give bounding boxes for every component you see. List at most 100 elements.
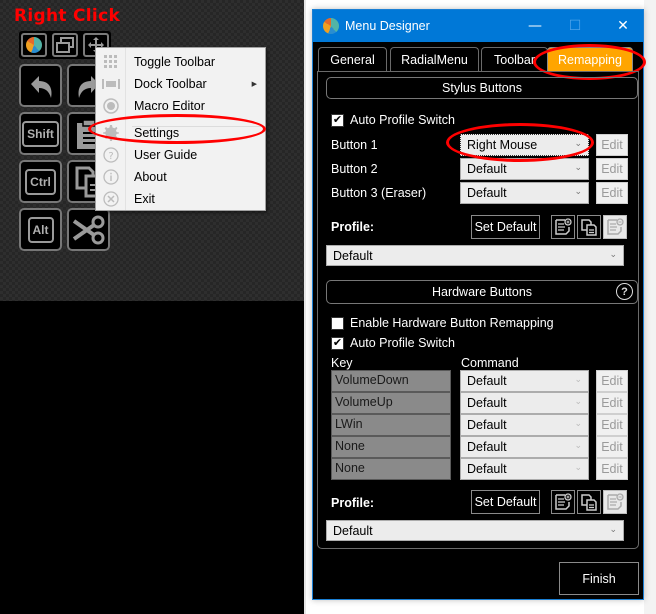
menu-item-macro-editor[interactable]: Macro Editor (96, 95, 265, 117)
command-edit-button[interactable]: Edit (596, 458, 628, 480)
command-select[interactable]: Default ⌄ (460, 392, 589, 414)
button-3-edit-button[interactable]: Edit (596, 182, 628, 204)
stylus-profile-select[interactable]: Default ⌄ (326, 245, 624, 266)
command-select[interactable]: Default ⌄ (460, 436, 589, 458)
menu-item-user-guide[interactable]: ? User Guide (96, 144, 265, 166)
menu-item-settings[interactable]: Settings (96, 122, 265, 144)
hardware-set-default-button[interactable]: Set Default (471, 490, 540, 514)
finish-button[interactable]: Finish (559, 562, 639, 595)
menu-designer-window: Menu Designer — ☐ ✕ General RadialMenu T… (312, 9, 646, 600)
cut-button[interactable] (67, 208, 110, 251)
key-cell: VolumeUp (331, 392, 451, 414)
button-2-select[interactable]: Default ⌄ (460, 158, 589, 180)
section-title: Hardware Buttons (431, 285, 533, 299)
stylus-copy-profile-button[interactable] (577, 215, 601, 239)
command-edit-button[interactable]: Edit (596, 436, 628, 458)
button-1-select[interactable]: Right Mouse ⌄ (460, 134, 589, 156)
hardware-auto-profile-switch[interactable]: ✔ Auto Profile Switch (331, 336, 455, 350)
hardware-profile-select[interactable]: Default ⌄ (326, 520, 624, 541)
alt-key-label: Alt (27, 216, 54, 243)
menu-item-dock-toolbar[interactable]: Dock Toolbar ▶ (96, 73, 265, 95)
help-icon: ? (96, 147, 126, 163)
info-icon (96, 169, 126, 185)
stylus-delete-profile-button[interactable] (603, 215, 627, 239)
key-cell: LWin (331, 414, 451, 436)
select-value: Default (467, 462, 507, 476)
key-cell: None (331, 436, 451, 458)
stylus-set-default-button[interactable]: Set Default (471, 215, 540, 239)
shift-button[interactable]: Shift (19, 112, 62, 155)
chevron-down-icon: ⌄ (574, 396, 582, 406)
scissors-icon (72, 215, 104, 244)
menu-item-label: User Guide (134, 148, 198, 162)
checkbox-checked[interactable]: ✔ (331, 336, 344, 350)
menu-item-label: Macro Editor (134, 99, 205, 113)
ctrl-key-label: Ctrl (25, 168, 56, 195)
windows-button[interactable] (52, 33, 78, 57)
command-select[interactable]: Default ⌄ (460, 414, 589, 436)
help-icon[interactable]: ? (616, 283, 633, 300)
enable-hardware-remap-checkbox[interactable]: Enable Hardware Button Remapping (331, 316, 554, 330)
select-value: Default (333, 248, 373, 263)
stylus-auto-profile-switch[interactable]: ✔ Auto Profile Switch (331, 113, 455, 127)
minimize-button[interactable]: — (515, 10, 555, 42)
command-edit-button[interactable]: Edit (596, 392, 628, 414)
tab-remapping[interactable]: Remapping (547, 47, 633, 72)
checkbox-checked[interactable]: ✔ (331, 113, 344, 127)
key-cell: VolumeDown (331, 370, 451, 392)
chevron-down-icon: ⌄ (609, 524, 617, 534)
app-logo-button[interactable] (21, 33, 47, 57)
command-select[interactable]: Default ⌄ (460, 370, 589, 392)
submenu-arrow-icon: ▶ (251, 80, 257, 88)
section-title: Stylus Buttons (442, 81, 522, 95)
hardware-new-profile-button[interactable] (551, 490, 575, 514)
ctrl-button[interactable]: Ctrl (19, 160, 62, 203)
menu-item-label: Dock Toolbar (134, 77, 207, 91)
select-value: Default (333, 523, 373, 538)
window-title: Menu Designer (345, 19, 430, 33)
tab-general[interactable]: General (318, 47, 387, 72)
select-value: Default (467, 162, 507, 176)
black-area (0, 301, 304, 614)
tab-radialmenu[interactable]: RadialMenu (390, 47, 479, 72)
chevron-down-icon: ⌄ (574, 186, 582, 196)
divider (304, 0, 306, 614)
key-column-header: Key (331, 356, 353, 370)
stylus-new-profile-button[interactable] (551, 215, 575, 239)
chevron-down-icon: ⌄ (574, 374, 582, 384)
select-value: Default (467, 418, 507, 432)
undo-button[interactable] (19, 64, 62, 107)
select-value: Default (467, 396, 507, 410)
command-select[interactable]: Default ⌄ (460, 458, 589, 480)
menu-item-label: About (134, 170, 167, 184)
close-circle-icon (96, 191, 126, 207)
menu-item-label: Settings (134, 126, 180, 140)
gear-icon (96, 125, 126, 141)
stylus-buttons-header: Stylus Buttons (326, 77, 638, 99)
tab-toolbar[interactable]: Toolbar (481, 47, 548, 72)
hardware-delete-profile-button[interactable] (603, 490, 627, 514)
menu-item-toggle-toolbar[interactable]: Toggle Toolbar (96, 51, 265, 73)
menu-item-exit[interactable]: Exit (96, 188, 265, 210)
button-3-select[interactable]: Default ⌄ (460, 182, 589, 204)
checkbox-label: Auto Profile Switch (350, 113, 455, 127)
menu-item-about[interactable]: About (96, 166, 265, 188)
command-edit-button[interactable]: Edit (596, 370, 628, 392)
button-3-label: Button 3 (Eraser) (331, 186, 427, 200)
stylus-profile-label: Profile: (331, 220, 375, 234)
maximize-button[interactable]: ☐ (555, 10, 595, 42)
button-1-label: Button 1 (331, 138, 378, 152)
remapping-panel: Stylus Buttons ✔ Auto Profile Switch But… (317, 71, 639, 549)
checkbox-unchecked[interactable] (331, 316, 344, 330)
button-2-label: Button 2 (331, 162, 378, 176)
command-edit-button[interactable]: Edit (596, 414, 628, 436)
close-button[interactable]: ✕ (603, 10, 643, 42)
button-1-edit-button[interactable]: Edit (596, 134, 628, 156)
background-strip (644, 0, 656, 614)
app-logo-icon (26, 37, 42, 53)
hardware-copy-profile-button[interactable] (577, 490, 601, 514)
alt-button[interactable]: Alt (19, 208, 62, 251)
button-2-edit-button[interactable]: Edit (596, 158, 628, 180)
title-bar[interactable]: Menu Designer — ☐ ✕ (313, 10, 643, 42)
svg-text:?: ? (108, 151, 113, 162)
